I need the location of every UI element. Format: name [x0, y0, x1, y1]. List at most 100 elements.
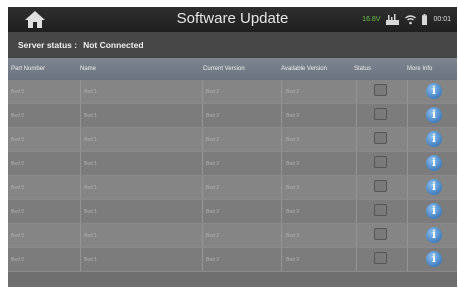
- table-row: Bed 0 Bed 1 Bed 2 Bed 3 i: [8, 200, 457, 224]
- available-version-cell: Bed 3: [286, 233, 300, 239]
- column-divider: [202, 128, 203, 151]
- status-checkbox[interactable]: [374, 204, 387, 216]
- column-divider: [356, 248, 357, 271]
- info-icon[interactable]: i: [426, 251, 442, 267]
- status-checkbox[interactable]: [374, 84, 387, 96]
- column-divider: [202, 224, 203, 247]
- column-divider: [80, 224, 81, 247]
- name-cell: Bed 1: [84, 113, 98, 119]
- column-divider: [202, 200, 203, 223]
- info-icon[interactable]: i: [426, 131, 442, 147]
- info-icon[interactable]: i: [426, 227, 442, 243]
- current-version-cell: Bed 2: [206, 233, 220, 239]
- table-row: Bed 0 Bed 1 Bed 2 Bed 2 i: [8, 80, 457, 104]
- column-divider: [202, 80, 203, 103]
- wifi-icon: [405, 14, 417, 25]
- status-checkbox[interactable]: [374, 132, 387, 144]
- status-checkbox[interactable]: [374, 252, 387, 264]
- status-checkbox[interactable]: [374, 180, 387, 192]
- available-version-cell: Bed 3: [286, 161, 300, 167]
- column-divider: [407, 128, 408, 151]
- column-divider: [356, 176, 357, 199]
- column-header-name: Name: [80, 66, 97, 72]
- column-divider: [202, 152, 203, 175]
- column-divider: [80, 248, 81, 271]
- name-cell: Bed 1: [84, 209, 98, 215]
- info-icon[interactable]: i: [426, 107, 442, 123]
- column-divider: [80, 80, 81, 103]
- part-number-cell: Bed 0: [11, 257, 25, 263]
- part-number-cell: Bed 0: [11, 113, 25, 119]
- column-divider: [281, 128, 282, 151]
- table-row: Bed 0 Bed 1 Bed 2 Bed 3 i: [8, 104, 457, 128]
- current-version-cell: Bed 2: [206, 257, 220, 263]
- status-checkbox[interactable]: [374, 156, 387, 168]
- column-divider: [407, 248, 408, 271]
- available-version-cell: Bed 3: [286, 137, 300, 143]
- column-divider: [356, 104, 357, 127]
- column-divider: [80, 200, 81, 223]
- column-divider: [356, 200, 357, 223]
- name-cell: Bed 1: [84, 233, 98, 239]
- name-cell: Bed 1: [84, 161, 98, 167]
- column-divider: [281, 80, 282, 103]
- available-version-cell: Bed 3: [286, 113, 300, 119]
- battery-icon: [422, 14, 428, 25]
- column-divider: [281, 176, 282, 199]
- column-divider: [202, 104, 203, 127]
- current-version-cell: Bed 2: [206, 89, 220, 95]
- part-number-cell: Bed 0: [11, 233, 25, 239]
- column-divider: [80, 104, 81, 127]
- part-number-cell: Bed 0: [11, 161, 25, 167]
- column-header-current-version: Current Version: [203, 66, 245, 72]
- server-status-value: Not Connected: [83, 40, 144, 50]
- column-divider: [407, 104, 408, 127]
- table-header: Part Number Name Current Version Availab…: [8, 58, 457, 80]
- part-number-cell: Bed 0: [11, 185, 25, 191]
- column-header-available-version: Available Version: [281, 66, 327, 72]
- column-header-status: Status: [354, 66, 372, 72]
- available-version-cell: Bed 3: [286, 185, 300, 191]
- available-version-cell: Bed 2: [286, 89, 300, 95]
- column-divider: [407, 224, 408, 247]
- column-divider: [281, 200, 282, 223]
- current-version-cell: Bed 2: [206, 209, 220, 215]
- available-version-cell: Bed 3: [286, 209, 300, 215]
- clock: 00:01: [433, 16, 451, 23]
- name-cell: Bed 1: [84, 137, 98, 143]
- name-cell: Bed 1: [84, 89, 98, 95]
- column-divider: [407, 176, 408, 199]
- column-divider: [356, 128, 357, 151]
- column-divider: [281, 152, 282, 175]
- server-status-bar: Server status : Not Connected: [8, 32, 457, 58]
- info-icon[interactable]: i: [426, 155, 442, 171]
- server-status-label: Server status :: [18, 40, 78, 50]
- current-version-cell: Bed 2: [206, 185, 220, 191]
- column-divider: [356, 80, 357, 103]
- status-checkbox[interactable]: [374, 108, 387, 120]
- table-row: Bed 0 Bed 1 Bed 2 Bed 3 i: [8, 176, 457, 200]
- current-version-cell: Bed 2: [206, 113, 220, 119]
- column-divider: [281, 104, 282, 127]
- part-number-cell: Bed 0: [11, 89, 25, 95]
- modem-icon: [386, 14, 400, 25]
- info-icon[interactable]: i: [426, 203, 442, 219]
- column-divider: [281, 224, 282, 247]
- column-divider: [407, 200, 408, 223]
- status-checkbox[interactable]: [374, 228, 387, 240]
- column-divider: [407, 152, 408, 175]
- info-icon[interactable]: i: [426, 83, 442, 99]
- software-update-screen: Software Update 16.8V 00:01 Server statu…: [8, 7, 457, 287]
- info-icon[interactable]: i: [426, 179, 442, 195]
- update-table-body: Bed 0 Bed 1 Bed 2 Bed 2 i Bed 0 Bed 1 Be…: [8, 80, 457, 272]
- status-tray: 16.8V 00:01: [362, 7, 451, 32]
- current-version-cell: Bed 2: [206, 137, 220, 143]
- name-cell: Bed 1: [84, 185, 98, 191]
- table-row: Bed 0 Bed 1 Bed 2 Bed 3 i: [8, 224, 457, 248]
- table-row: Bed 0 Bed 1 Bed 2 Bed 3 i: [8, 128, 457, 152]
- title-bar: Software Update 16.8V 00:01: [8, 7, 457, 32]
- table-row: Bed 0 Bed 1 Bed 2 Bed 3 i: [8, 248, 457, 272]
- column-divider: [356, 224, 357, 247]
- column-header-part-number: Part Number: [11, 66, 46, 72]
- column-divider: [202, 176, 203, 199]
